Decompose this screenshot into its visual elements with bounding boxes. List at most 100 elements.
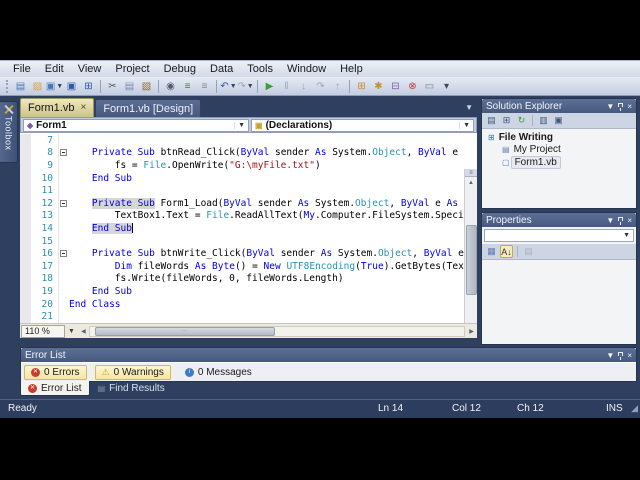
code-line[interactable]: 21 xyxy=(20,310,464,323)
code-line[interactable]: 9 fs = File.OpenWrite("G:\myFile.txt") xyxy=(20,159,464,172)
fold-collapse-icon[interactable] xyxy=(60,200,67,207)
menu-item-project[interactable]: Project xyxy=(108,62,156,76)
view-code-icon[interactable]: ▥ xyxy=(537,114,550,127)
add-item-icon[interactable]: ▣▼ xyxy=(47,78,63,94)
new-project-icon[interactable]: ▤ xyxy=(13,78,29,94)
code-lines[interactable]: 78 Private Sub btnRead_Click(ByVal sende… xyxy=(20,134,464,323)
zoom-level-combo[interactable]: 110 % xyxy=(21,325,65,338)
solution-explorer-icon[interactable]: ⊞ xyxy=(354,78,370,94)
cut-icon[interactable]: ✂ xyxy=(105,78,121,94)
refresh-icon[interactable]: ↻ xyxy=(515,114,528,127)
close-icon[interactable]: × xyxy=(627,102,632,111)
view-designer-icon[interactable]: ▣ xyxy=(552,114,565,127)
window-position-icon[interactable]: ▼ xyxy=(606,102,614,111)
window-tab-find-results[interactable]: ▤Find Results xyxy=(91,381,172,396)
scroll-right-icon[interactable]: ▶ xyxy=(466,328,477,335)
vertical-scrollbar[interactable]: ≡ ▲ ▼ xyxy=(464,169,477,323)
code-line[interactable]: 10 End Sub xyxy=(20,172,464,185)
menu-item-help[interactable]: Help xyxy=(333,62,370,76)
menu-item-window[interactable]: Window xyxy=(280,62,333,76)
horizontal-scroll-thumb[interactable]: ⋯ xyxy=(95,327,275,336)
step-over-icon[interactable]: ↷ xyxy=(313,78,329,94)
pin-icon[interactable] xyxy=(618,352,623,356)
code-line[interactable]: 12 Private Sub Form1_Load(ByVal sender A… xyxy=(20,197,464,210)
split-handle[interactable]: ≡ xyxy=(465,169,477,177)
comment-icon[interactable]: ≡ xyxy=(180,78,196,94)
code-line[interactable]: 18 fs.Write(fileWords, 0, fileWords.Leng… xyxy=(20,273,464,286)
menu-item-edit[interactable]: Edit xyxy=(38,62,71,76)
break-all-icon[interactable]: ‖ xyxy=(279,78,295,94)
types-dropdown[interactable]: ◆ Form1 ▼ xyxy=(23,119,249,132)
properties-icon[interactable]: ▤ xyxy=(485,114,498,127)
property-pages-icon[interactable]: ▤ xyxy=(522,245,535,258)
close-icon[interactable]: × xyxy=(627,351,632,360)
close-icon[interactable]: × xyxy=(627,216,632,225)
pin-icon[interactable] xyxy=(618,103,623,107)
toolbox-tab[interactable]: Toolbox xyxy=(0,101,18,163)
error-list-icon[interactable]: ⊗ xyxy=(405,78,421,94)
properties-window-icon[interactable]: ✱ xyxy=(371,78,387,94)
window-position-icon[interactable]: ▼ xyxy=(606,351,614,360)
filter-0-errors[interactable]: ✕0 Errors xyxy=(24,365,87,380)
tab-form1-vb-design[interactable]: Form1.vb [Design] xyxy=(95,99,201,117)
menu-item-tools[interactable]: Tools xyxy=(240,62,280,76)
redo-icon[interactable]: ↷▼ xyxy=(238,78,254,94)
open-file-icon[interactable]: ▨ xyxy=(30,78,46,94)
chevron-down-icon[interactable]: ▼ xyxy=(65,328,78,335)
fold-collapse-icon[interactable] xyxy=(60,250,67,257)
code-line[interactable]: 7 xyxy=(20,134,464,147)
code-line[interactable]: 13 TextBox1.Text = File.ReadAllText(My.C… xyxy=(20,210,464,223)
find-icon[interactable]: ◉ xyxy=(163,78,179,94)
code-line[interactable]: 8 Private Sub btnRead_Click(ByVal sender… xyxy=(20,147,464,160)
step-out-icon[interactable]: ↑ xyxy=(330,78,346,94)
vertical-scroll-thumb[interactable] xyxy=(466,225,477,295)
menu-item-file[interactable]: File xyxy=(6,62,38,76)
members-dropdown[interactable]: ▣ (Declarations) ▼ xyxy=(251,119,474,132)
toolbar-grip[interactable] xyxy=(6,80,9,93)
scroll-up-icon[interactable]: ▲ xyxy=(465,177,477,188)
step-into-icon[interactable]: ↓ xyxy=(296,78,312,94)
undo-icon[interactable]: ↶▼ xyxy=(221,78,237,94)
properties-titlebar[interactable]: Properties ▼ × xyxy=(482,213,636,227)
filter-0-warnings[interactable]: ⚠0 Warnings xyxy=(95,365,171,380)
categorized-icon[interactable]: ▦ xyxy=(485,245,498,258)
start-debug-icon[interactable]: ▶ xyxy=(262,78,278,94)
close-icon[interactable]: × xyxy=(80,103,86,113)
error-list-titlebar[interactable]: Error List ▼ × xyxy=(21,348,636,362)
tree-item-my-project[interactable]: ▤My Project xyxy=(486,144,636,157)
pin-icon[interactable] xyxy=(618,217,623,221)
window-tab-error-list[interactable]: ✕Error List xyxy=(20,381,90,396)
tab-form1-vb[interactable]: Form1.vb × xyxy=(20,98,94,117)
toolbar-options-icon[interactable]: ▾ xyxy=(439,78,455,94)
scroll-left-icon[interactable]: ◀ xyxy=(78,328,89,335)
resize-grip-icon[interactable]: ◢ xyxy=(631,403,638,414)
tree-item-file-writing[interactable]: ⊞File Writing xyxy=(486,131,636,144)
object-selector-combo[interactable]: ▼ xyxy=(484,229,634,242)
code-line[interactable]: 19 End Sub xyxy=(20,285,464,298)
object-browser-icon[interactable]: ⊟ xyxy=(388,78,404,94)
fold-collapse-icon[interactable] xyxy=(60,149,67,156)
show-all-files-icon[interactable]: ⊞ xyxy=(500,114,513,127)
code-line[interactable]: 14 End Sub xyxy=(20,222,464,235)
filter-0-messages[interactable]: i0 Messages xyxy=(179,365,258,380)
code-line[interactable]: 17 Dim fileWords As Byte() = New UTF8Enc… xyxy=(20,260,464,273)
save-icon[interactable]: ▣ xyxy=(64,78,80,94)
solution-explorer-titlebar[interactable]: Solution Explorer ▼ × xyxy=(482,99,636,113)
immediate-window-icon[interactable]: ▭ xyxy=(422,78,438,94)
tree-item-form1-vb[interactable]: ▢Form1.vb xyxy=(486,156,636,169)
code-line[interactable]: 15 xyxy=(20,235,464,248)
code-editor[interactable]: 78 Private Sub btnRead_Click(ByVal sende… xyxy=(20,133,477,323)
menu-item-debug[interactable]: Debug xyxy=(157,62,203,76)
document-list-dropdown-icon[interactable]: ▼ xyxy=(465,103,473,112)
save-all-icon[interactable]: ⊞ xyxy=(81,78,97,94)
menu-item-view[interactable]: View xyxy=(71,62,109,76)
window-position-icon[interactable]: ▼ xyxy=(606,216,614,225)
copy-icon[interactable]: ▤ xyxy=(122,78,138,94)
code-line[interactable]: 20End Class xyxy=(20,298,464,311)
paste-icon[interactable]: ▧ xyxy=(139,78,155,94)
code-line[interactable]: 11 xyxy=(20,184,464,197)
horizontal-scrollbar[interactable]: ⋯ xyxy=(89,326,465,337)
code-line[interactable]: 16 Private Sub btnWrite_Click(ByVal send… xyxy=(20,247,464,260)
menu-item-data[interactable]: Data xyxy=(203,62,240,76)
alphabetical-icon[interactable]: A↓ xyxy=(500,245,513,258)
